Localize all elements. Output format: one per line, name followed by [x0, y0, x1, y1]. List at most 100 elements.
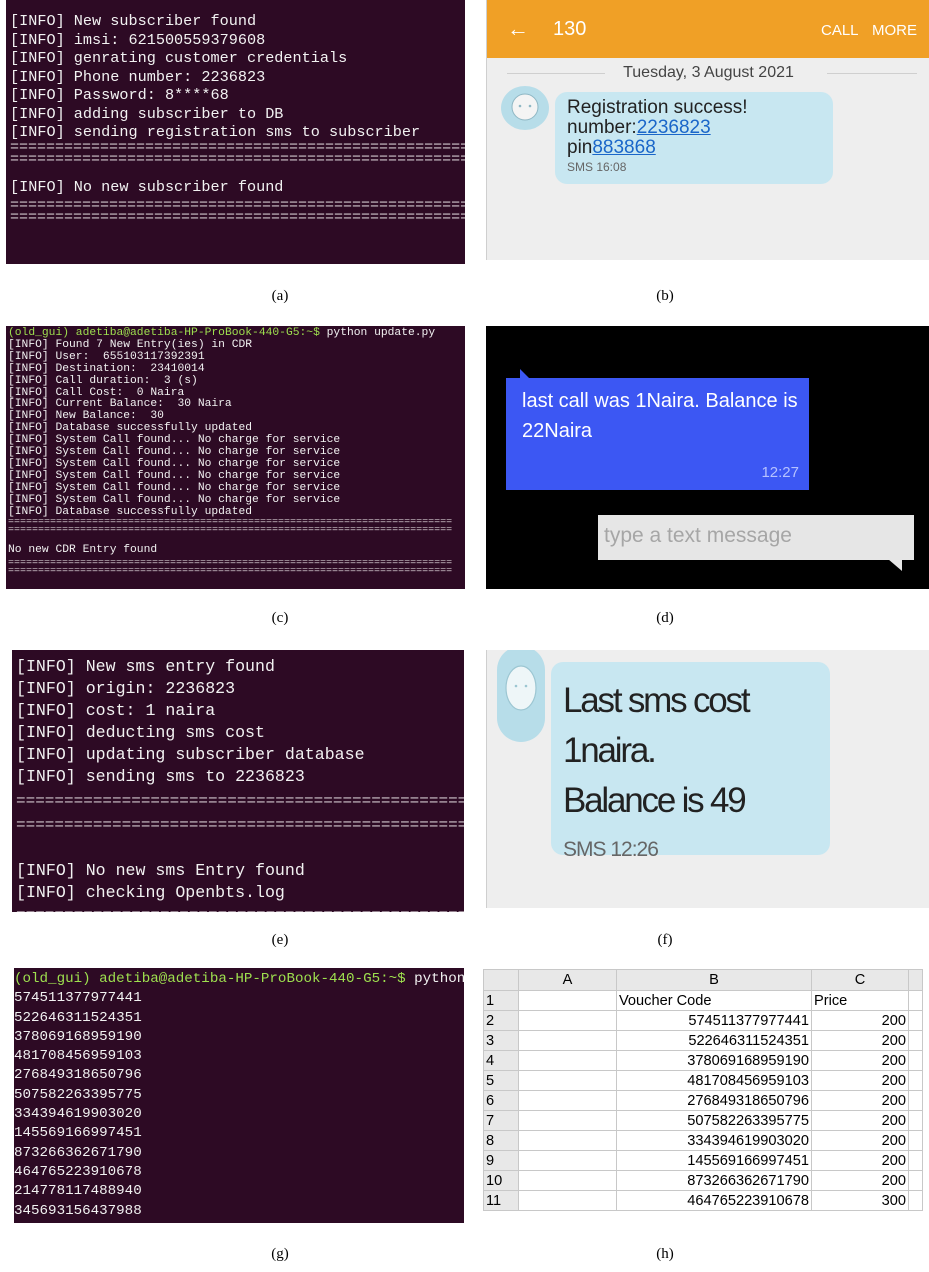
more-button[interactable]: MORE — [872, 22, 917, 39]
cell[interactable] — [518, 1050, 617, 1071]
row-number[interactable]: 3 — [483, 1030, 519, 1051]
cell-price-header[interactable]: Price — [811, 990, 909, 1011]
row-number[interactable]: 4 — [483, 1050, 519, 1071]
pin-link[interactable]: 883868 — [592, 137, 655, 158]
cell-price[interactable]: 300 — [811, 1190, 909, 1211]
cell-voucher-code[interactable]: 334394619903020 — [616, 1130, 812, 1151]
cell-voucher-code[interactable]: 464765223910678 — [616, 1190, 812, 1211]
cell-price[interactable]: 200 — [811, 1090, 909, 1111]
cell-price[interactable]: 200 — [811, 1110, 909, 1131]
table-row: 5 481708456959103 200 — [483, 1070, 923, 1091]
phone-number-link[interactable]: 2236823 — [637, 117, 711, 138]
row-number[interactable]: 8 — [483, 1130, 519, 1151]
cell-voucher-code[interactable]: 481708456959103 — [616, 1070, 812, 1091]
terminal-line: [INFO] adding subscriber to DB — [10, 104, 284, 123]
terminal-line: No new CDR Entry found — [8, 543, 158, 556]
cell-price[interactable]: 200 — [811, 1130, 909, 1151]
row-number[interactable]: 7 — [483, 1110, 519, 1131]
cell[interactable] — [908, 1090, 923, 1111]
cell-voucher-code[interactable]: 507582263395775 — [616, 1110, 812, 1131]
column-header-a[interactable]: A — [518, 969, 617, 991]
cell[interactable] — [908, 1050, 923, 1071]
cell-price[interactable]: 200 — [811, 1030, 909, 1051]
table-row: 9 145569166997451 200 — [483, 1150, 923, 1171]
cell[interactable] — [518, 1170, 617, 1191]
cell-voucher-code[interactable]: 145569166997451 — [616, 1150, 812, 1171]
cell[interactable] — [908, 1030, 923, 1051]
back-arrow-icon[interactable]: ← — [507, 16, 529, 42]
cell[interactable] — [518, 1070, 617, 1091]
cell[interactable] — [518, 1190, 617, 1211]
voucher-code-line: 522646311524351 — [14, 1009, 142, 1026]
cell[interactable] — [908, 990, 923, 1011]
terminal-line: [INFO] Phone number: 2236823 — [10, 67, 266, 86]
sms-bubble[interactable]: Last sms cost 1naira. Balance is 49 SMS … — [551, 662, 830, 861]
terminal-line: [INFO] No new sms Entry found — [16, 861, 305, 880]
cell[interactable] — [518, 1010, 617, 1031]
column-header-d[interactable] — [908, 969, 923, 991]
person-icon — [511, 93, 539, 121]
separator: ========================================… — [8, 568, 453, 577]
cell-voucher-code[interactable]: 378069168959190 — [616, 1050, 812, 1071]
cell[interactable] — [518, 1030, 617, 1051]
separator: ========================================… — [16, 818, 464, 832]
caption-a: (a) — [271, 288, 289, 304]
terminal-line: [INFO] System Call found... No charge fo… — [8, 493, 341, 506]
cell-price[interactable]: 200 — [811, 1050, 909, 1071]
separator: ========================================… — [8, 560, 453, 569]
separator: ========================================… — [16, 794, 464, 808]
cell-voucher-code[interactable]: 522646311524351 — [616, 1030, 812, 1051]
cell-voucher-code[interactable]: 574511377977441 — [616, 1010, 812, 1031]
row-number[interactable]: 11 — [483, 1190, 519, 1211]
cell[interactable] — [908, 1130, 923, 1151]
row-number[interactable]: 2 — [483, 1010, 519, 1031]
terminal-line: [INFO] System Call found... No charge fo… — [8, 481, 341, 494]
spreadsheet-table: A B C 1 Voucher Code Price 2 574511377977… — [483, 969, 923, 1211]
message-bubble[interactable]: last call was 1Naira. Balance is 22Naira… — [506, 378, 809, 490]
terminal-voucher-generation: (old_gui) adetiba@adetiba-HP-ProBook-440… — [14, 968, 464, 1223]
terminal-line: [INFO] No new subscriber found — [10, 177, 284, 196]
row-number[interactable]: 6 — [483, 1090, 519, 1111]
cell[interactable] — [518, 1110, 617, 1131]
prompt-env: (old_gui) — [14, 971, 91, 987]
cell-voucher-code[interactable]: 873266362671790 — [616, 1170, 812, 1191]
row-number[interactable]: 9 — [483, 1150, 519, 1171]
cell[interactable] — [518, 1150, 617, 1171]
cell[interactable] — [518, 1090, 617, 1111]
sms-bubble[interactable]: Registration success! number:2236823 pin… — [555, 92, 833, 184]
cell-voucher-code[interactable]: 276849318650796 — [616, 1090, 812, 1111]
cell[interactable] — [518, 1130, 617, 1151]
cell-price[interactable]: 200 — [811, 1170, 909, 1191]
cell[interactable] — [518, 990, 617, 1011]
table-row: 4 378069168959190 200 — [483, 1050, 923, 1071]
voucher-code-line: 276849318650796 — [14, 1067, 142, 1084]
cell[interactable] — [908, 1110, 923, 1131]
row-number[interactable]: 10 — [483, 1170, 519, 1191]
column-header-c[interactable]: C — [811, 969, 909, 991]
call-button[interactable]: CALL — [821, 22, 859, 39]
cell-price[interactable]: 200 — [811, 1010, 909, 1031]
cell-voucher-code-header[interactable]: Voucher Code — [616, 990, 812, 1011]
terminal-sms-billing: [INFO] New sms entry found [INFO] origin:… — [12, 650, 464, 912]
row-number[interactable]: 1 — [483, 990, 519, 1011]
command: python — [414, 971, 464, 987]
voucher-code-line: 873266362671790 — [14, 1144, 142, 1161]
cell[interactable] — [908, 1070, 923, 1091]
cell-price[interactable]: 200 — [811, 1070, 909, 1091]
row-number[interactable]: 5 — [483, 1070, 519, 1091]
message-input[interactable]: type a text message — [598, 515, 914, 560]
cell[interactable] — [908, 1190, 923, 1211]
separator: ========================================… — [10, 200, 465, 212]
cell-price[interactable]: 200 — [811, 1150, 909, 1171]
voucher-code-line: 378069168959190 — [14, 1028, 142, 1045]
column-header-b[interactable]: B — [616, 969, 812, 991]
message-line: Balance is 49 — [563, 781, 747, 820]
voucher-code-line: 214778117488940 — [14, 1183, 142, 1200]
cell[interactable] — [908, 1150, 923, 1171]
terminal-line: [INFO] Database successfully updated — [8, 505, 253, 518]
cell[interactable] — [908, 1170, 923, 1191]
terminal-lines: [INFO] New subscriber found [INFO] imsi: … — [10, 12, 465, 142]
terminal-registration: [INFO] New subscriber found [INFO] imsi: … — [6, 0, 465, 264]
corner-cell[interactable] — [483, 969, 519, 991]
cell[interactable] — [908, 1010, 923, 1031]
